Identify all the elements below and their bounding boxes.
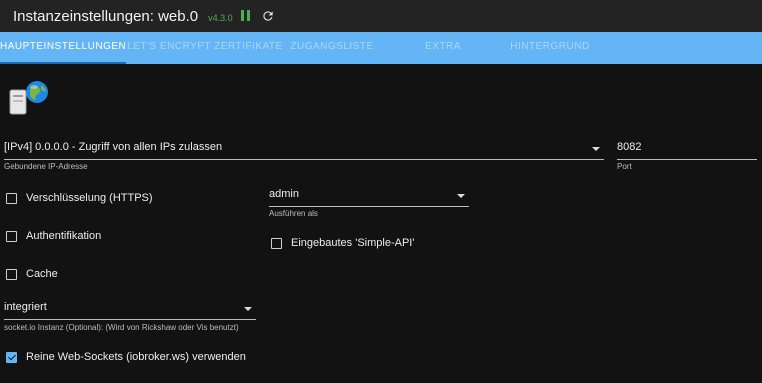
version-badge: v4.3.0 [208, 12, 233, 23]
chevron-down-icon [457, 194, 465, 198]
cache-checkbox[interactable]: Cache [6, 268, 58, 280]
run-as-value: admin [269, 188, 299, 200]
port-helper: Port [617, 162, 632, 171]
tab-extra[interactable]: EXTRA [380, 32, 506, 64]
https-label: Verschlüsselung (HTTPS) [26, 192, 153, 204]
page-title: Instanzeinstellungen: web.0 [13, 7, 199, 25]
port-value: 8082 [617, 141, 642, 153]
port-field[interactable]: 8082 [617, 138, 757, 160]
websockets-label: Reine Web-Sockets (iobroker.ws) verwende… [26, 351, 246, 363]
run-as-helper: Ausführen als [269, 209, 318, 218]
tab-lets-encrypt[interactable]: LET'S ENCRYPT ZERTIFIKATE [126, 32, 284, 64]
reload-icon[interactable] [261, 9, 275, 23]
cache-label: Cache [26, 268, 58, 280]
run-as-select[interactable]: admin [269, 185, 469, 207]
simple-api-checkbox[interactable]: Eingebautes 'Simple-API' [271, 237, 414, 249]
web-adapter-logo [9, 81, 48, 115]
socketio-select[interactable]: integriert [4, 298, 256, 320]
tab-haupteinstellungen[interactable]: HAUPTEINSTELLUNGEN [0, 32, 126, 64]
socketio-value: integriert [4, 301, 47, 313]
ip-select-value: [IPv4] 0.0.0.0 - Zugriff von allen IPs z… [4, 141, 223, 153]
ip-helper: Gebundene IP-Adresse [4, 162, 88, 171]
checkbox-box[interactable] [271, 237, 282, 249]
chevron-down-icon [592, 147, 600, 151]
https-checkbox[interactable]: Verschlüsselung (HTTPS) [6, 192, 153, 204]
socketio-helper: socket.io Instanz (Optional): (Wird von … [4, 323, 239, 332]
auth-checkbox[interactable]: Authentifikation [6, 230, 101, 242]
pause-icon[interactable] [240, 10, 253, 22]
checkbox-box[interactable] [6, 230, 17, 242]
title-bar: Instanzeinstellungen: web.0 v4.3.0 [0, 0, 762, 32]
checkbox-box[interactable] [6, 192, 17, 204]
ip-select[interactable]: [IPv4] 0.0.0.0 - Zugriff von allen IPs z… [4, 138, 604, 160]
tab-zugangsliste[interactable]: ZUGANGSLISTE [284, 32, 380, 64]
tab-hintergrund[interactable]: HINTERGRUND [506, 32, 594, 64]
websockets-checkbox[interactable]: Reine Web-Sockets (iobroker.ws) verwende… [6, 351, 246, 363]
simple-api-label: Eingebautes 'Simple-API' [291, 237, 415, 249]
tab-bar: HAUPTEINSTELLUNGEN LET'S ENCRYPT ZERTIFI… [0, 32, 762, 64]
chevron-down-icon [244, 307, 252, 311]
checkbox-box[interactable] [6, 351, 17, 363]
checkbox-box[interactable] [6, 268, 17, 280]
auth-label: Authentifikation [26, 230, 102, 242]
